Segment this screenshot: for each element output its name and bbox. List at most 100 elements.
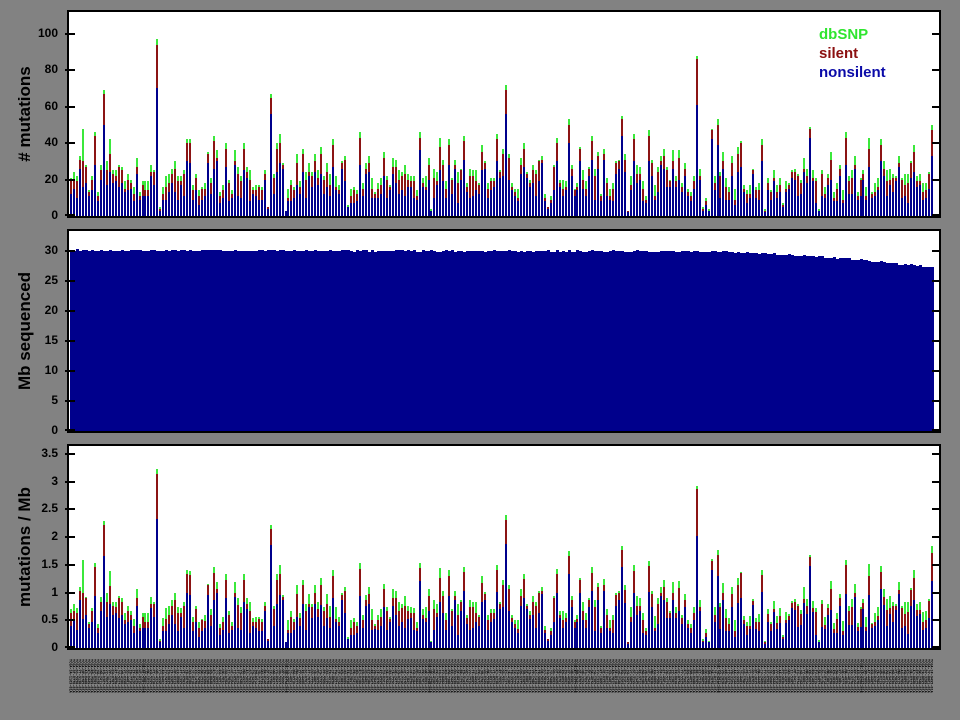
bar-sample: [722, 152, 724, 216]
bar-segment: [642, 613, 644, 620]
bar-sample: [544, 194, 546, 216]
bar-segment: [717, 125, 719, 145]
bar-segment: [380, 617, 382, 626]
bar-sample: [907, 602, 909, 648]
bar-segment: [594, 169, 596, 176]
bar-segment: [433, 630, 435, 648]
bar-segment: [469, 176, 471, 198]
bar-sample: [463, 136, 465, 216]
bar-sample: [609, 620, 611, 648]
bar-sample: [139, 192, 141, 216]
bar-sample: [705, 629, 707, 648]
bar-sample: [401, 172, 403, 216]
bar-segment: [708, 211, 710, 216]
y-tick-label: 1.5: [0, 557, 58, 571]
bar-segment: [287, 189, 289, 198]
bar-segment: [133, 633, 135, 648]
bar-segment: [758, 622, 760, 631]
bar-sample: [916, 176, 918, 216]
bar-sample: [255, 617, 257, 648]
bar-segment: [293, 190, 295, 198]
bar-segment: [305, 172, 307, 180]
bar-sample: [82, 560, 84, 648]
bar-sample: [296, 154, 298, 216]
bar-segment: [156, 519, 158, 648]
bar-sample: [460, 169, 462, 216]
bar-segment: [773, 612, 775, 648]
bar-sample: [773, 170, 775, 216]
bar-segment: [585, 628, 587, 648]
bar-segment: [868, 595, 870, 648]
bar-sample: [764, 641, 766, 648]
bar-segment: [803, 158, 805, 169]
bar-segment: [213, 169, 215, 216]
bar-sample: [493, 609, 495, 648]
bar-segment: [279, 565, 281, 574]
bar-sample: [666, 598, 668, 648]
bar-sample: [395, 160, 397, 216]
bar-sample: [225, 143, 227, 216]
bar-sample: [469, 600, 471, 648]
bar-segment: [663, 600, 665, 648]
bar-segment: [177, 613, 179, 631]
bar-sample: [162, 187, 164, 216]
bar-segment: [174, 192, 176, 216]
bar-segment: [711, 130, 713, 139]
bar-segment: [898, 594, 900, 648]
bar-sample: [186, 139, 188, 216]
bar-segment: [868, 564, 870, 576]
bar-sample: [800, 180, 802, 216]
bar-segment: [192, 631, 194, 648]
bar-segment: [645, 635, 647, 648]
bar-sample: [526, 172, 528, 216]
bar-segment: [731, 176, 733, 216]
bar-segment: [451, 180, 453, 194]
bar-segment: [675, 618, 677, 648]
bar-segment: [463, 141, 465, 160]
bar-segment: [448, 145, 450, 165]
bar-segment: [147, 181, 149, 190]
bar-segment: [460, 602, 462, 611]
bar-segment: [874, 626, 876, 648]
bar-segment: [91, 190, 93, 216]
bar-segment: [320, 585, 322, 605]
bar-segment: [538, 181, 540, 216]
bar-segment: [401, 608, 403, 622]
bar-sample: [761, 570, 763, 648]
bar-segment: [368, 163, 370, 172]
bar-segment: [922, 183, 924, 192]
bar-segment: [517, 201, 519, 216]
bar-sample: [484, 592, 486, 648]
bar-sample: [794, 599, 796, 648]
bar-segment: [317, 170, 319, 178]
bar-segment: [493, 619, 495, 648]
bar-segment: [91, 180, 93, 190]
bar-segment: [508, 180, 510, 216]
bar-segment: [672, 600, 674, 648]
bar-sample: [687, 189, 689, 216]
bar-segment: [714, 176, 716, 183]
bar-sample: [851, 170, 853, 216]
bar-segment: [717, 555, 719, 576]
bar-segment: [153, 172, 155, 185]
bar-segment: [696, 59, 698, 105]
bar-segment: [722, 169, 724, 216]
bar-sample: [654, 616, 656, 648]
bar-segment: [752, 605, 754, 648]
bar-sample: [159, 639, 161, 648]
bar-segment: [821, 627, 823, 648]
bar-segment: [433, 609, 435, 630]
bar-segment: [722, 593, 724, 600]
bar-segment: [868, 167, 870, 216]
bar-segment: [559, 187, 561, 216]
bar-segment: [931, 546, 933, 553]
bar-segment: [868, 138, 870, 149]
y-tick: [65, 646, 75, 648]
bar-segment: [892, 192, 894, 216]
bar-segment: [922, 200, 924, 216]
bar-segment: [809, 566, 811, 648]
bar-sample: [612, 183, 614, 216]
bar-sample: [478, 183, 480, 216]
bar-sample: [147, 181, 149, 216]
bar-segment: [755, 629, 757, 648]
